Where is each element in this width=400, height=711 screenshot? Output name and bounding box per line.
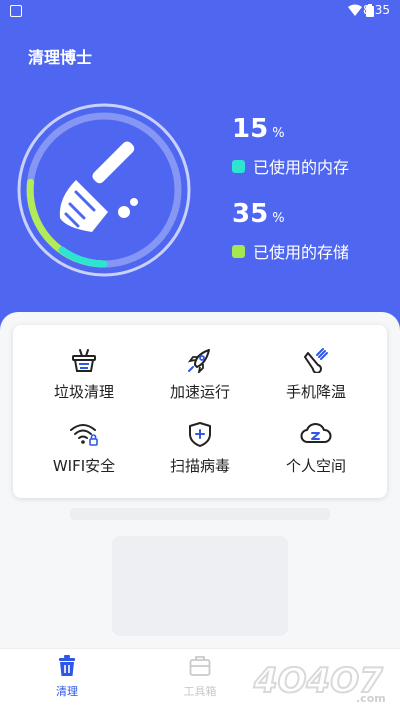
- tool-junk-clean[interactable]: 垃圾清理: [29, 347, 139, 402]
- tool-label: 扫描病毒: [169, 457, 230, 475]
- basket-icon: [72, 349, 96, 372]
- tool-label: 个人空间: [285, 457, 346, 475]
- tools-card: 垃圾清理 加速运行 手机降温 WIFI安全 扫描病毒 个人空间: [13, 325, 387, 498]
- notification-square-icon: [10, 5, 22, 17]
- thermometer-icon: [304, 348, 328, 373]
- faded-placeholder-line: [70, 508, 330, 520]
- storage-percent-unit: %: [272, 211, 285, 226]
- storage-label: 已使用的存储: [253, 243, 350, 262]
- memory-percent: 15: [232, 114, 269, 144]
- memory-stat: 15% 已使用的内存: [232, 114, 349, 177]
- rocket-icon: [187, 349, 210, 373]
- tool-label: WIFI安全: [52, 457, 116, 475]
- memory-label-row: 已使用的内存: [232, 154, 349, 178]
- tab-toolbox[interactable]: 工具箱: [165, 655, 235, 699]
- tool-personal-space[interactable]: 个人空间: [261, 421, 371, 476]
- storage-legend-dot: [232, 244, 245, 258]
- shield-plus-icon: [189, 422, 211, 447]
- tab-label: 清理: [56, 685, 78, 698]
- tab-label: 工具箱: [183, 685, 217, 698]
- status-time: 8:35: [363, 3, 390, 17]
- broom-icon: [59, 141, 138, 232]
- cloud-z-icon: [300, 423, 332, 443]
- tool-label: 垃圾清理: [53, 383, 114, 401]
- wifi-signal-icon: [348, 4, 362, 16]
- app-title: 清理博士: [28, 48, 93, 67]
- usage-gauge[interactable]: [14, 100, 194, 280]
- memory-percent-unit: %: [272, 126, 285, 141]
- storage-percent: 35: [232, 199, 269, 229]
- tool-wifi-security[interactable]: WIFI安全: [29, 421, 139, 476]
- watermark-logo: 4O4O7 .com: [252, 660, 386, 705]
- tool-speed-up[interactable]: 加速运行: [145, 347, 255, 402]
- watermark-domain: .com: [356, 692, 386, 705]
- toolbox-icon: [189, 656, 211, 676]
- memory-label: 已使用的内存: [253, 158, 350, 177]
- faded-placeholder-block: [112, 536, 288, 636]
- status-bar: 8:35: [0, 0, 400, 22]
- tool-cool-down[interactable]: 手机降温: [261, 347, 371, 402]
- memory-legend-dot: [232, 159, 245, 173]
- tab-clean[interactable]: 清理: [32, 655, 102, 699]
- trash-icon: [59, 655, 75, 676]
- tool-label: 手机降温: [285, 383, 346, 401]
- tool-virus-scan[interactable]: 扫描病毒: [145, 421, 255, 476]
- storage-stat: 35% 已使用的存储: [232, 199, 349, 262]
- wifi-lock-icon: [70, 424, 98, 446]
- tool-label: 加速运行: [169, 383, 230, 401]
- storage-label-row: 已使用的存储: [232, 239, 349, 263]
